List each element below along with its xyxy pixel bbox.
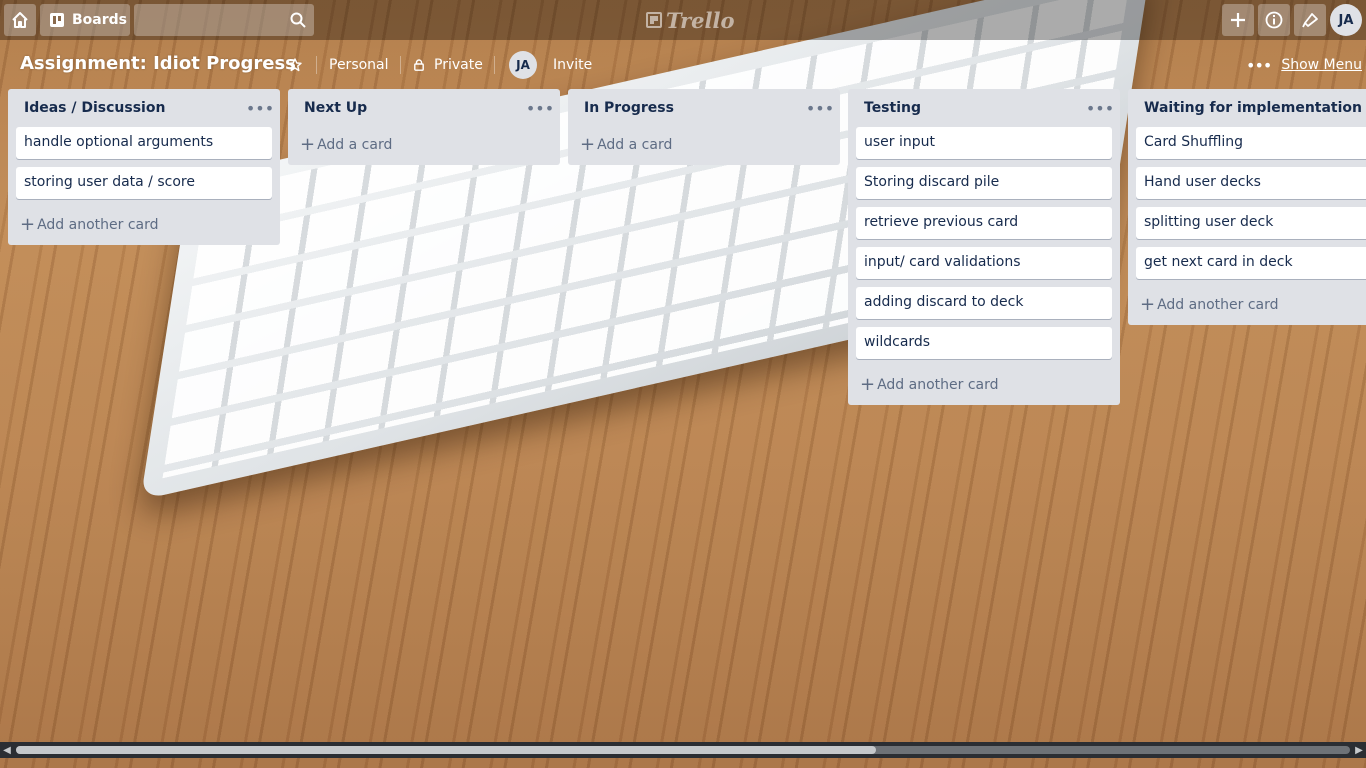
add-card-button[interactable]: + Add another card [1136, 287, 1366, 323]
add-card-label: Add a card [597, 137, 673, 153]
notifications-button[interactable] [1294, 4, 1326, 36]
list-next-up[interactable]: Next Up ••• + Add a card [288, 89, 560, 165]
list-in-progress[interactable]: In Progress ••• + Add a card [568, 89, 840, 165]
list-header: Next Up ••• [288, 89, 560, 127]
plus-icon [1231, 13, 1245, 27]
add-card-button[interactable]: + Add another card [16, 207, 272, 243]
more-icon[interactable]: ••• [1086, 98, 1114, 118]
trello-logo-icon [646, 12, 662, 28]
list-header: In Progress ••• [568, 89, 840, 127]
star-icon [288, 58, 302, 72]
list-ideas-discussion[interactable]: Ideas / Discussion ••• handle optional a… [8, 89, 280, 245]
card[interactable]: Card Shuffling [1136, 127, 1366, 159]
visibility-label: Private [434, 57, 483, 73]
header-divider [316, 56, 317, 74]
add-card-label: Add another card [877, 377, 999, 393]
show-menu-button[interactable]: ••• Show Menu [1246, 52, 1362, 78]
more-icon[interactable]: ••• [526, 98, 554, 118]
list-header: Ideas / Discussion ••• [8, 89, 280, 127]
info-icon [1265, 11, 1283, 29]
invite-button[interactable]: Invite [553, 52, 592, 78]
card[interactable]: splitting user deck [1136, 207, 1366, 239]
create-button[interactable] [1222, 4, 1254, 36]
card[interactable]: retrieve previous card [856, 207, 1112, 239]
card[interactable]: Storing discard pile [856, 167, 1112, 199]
list-title[interactable]: Next Up [304, 100, 367, 116]
top-header-bar: Boards Trello JA [0, 0, 1366, 40]
more-icon[interactable]: ••• [246, 98, 274, 118]
list-title[interactable]: In Progress [584, 100, 674, 116]
scroll-left-arrow-icon[interactable]: ◀ [0, 742, 14, 758]
trello-logo-text: Trello [666, 7, 735, 33]
add-card-label: Add a card [317, 137, 393, 153]
card[interactable]: adding discard to deck [856, 287, 1112, 319]
card[interactable]: handle optional arguments [16, 127, 272, 159]
user-avatar[interactable]: JA [1330, 4, 1362, 36]
list-title[interactable]: Ideas / Discussion [24, 100, 165, 116]
plus-icon: + [580, 134, 596, 155]
plus-icon: + [300, 134, 316, 155]
member-avatar[interactable]: JA [509, 51, 537, 79]
plus-icon: + [1140, 294, 1156, 315]
boards-icon [50, 13, 64, 27]
boards-button-label: Boards [72, 12, 127, 28]
card[interactable]: input/ card validations [856, 247, 1112, 279]
search-icon[interactable] [290, 12, 306, 28]
list-header: Testing ••• [848, 89, 1120, 127]
visibility-button[interactable]: Private [414, 52, 483, 78]
horizontal-scrollbar[interactable]: ◀ ▶ [0, 742, 1366, 758]
header-divider [400, 56, 401, 74]
card[interactable]: wildcards [856, 327, 1112, 359]
boards-button[interactable]: Boards [40, 4, 130, 36]
add-card-label: Add another card [1157, 297, 1279, 313]
list-title[interactable]: Waiting for implementation [1144, 100, 1362, 116]
card[interactable]: storing user data / score [16, 167, 272, 199]
list-testing[interactable]: Testing ••• user input Storing discard p… [848, 89, 1120, 405]
board-title[interactable]: Assignment: Idiot Progress [20, 53, 296, 74]
search-input[interactable] [134, 4, 300, 36]
add-card-button[interactable]: + Add a card [576, 127, 832, 163]
list-waiting-for-implementation[interactable]: Waiting for implementation Card Shufflin… [1128, 89, 1366, 325]
card[interactable]: Hand user decks [1136, 167, 1366, 199]
trello-logo[interactable]: Trello [646, 7, 735, 33]
scroll-right-arrow-icon[interactable]: ▶ [1352, 742, 1366, 758]
lock-icon [414, 59, 424, 71]
plus-icon: + [20, 214, 36, 235]
home-button[interactable] [4, 4, 36, 36]
more-icon[interactable]: ••• [806, 98, 834, 118]
search-box[interactable] [134, 4, 314, 36]
bell-icon [1302, 13, 1318, 28]
more-icon: ••• [1246, 55, 1272, 75]
add-card-label: Add another card [37, 217, 159, 233]
team-button[interactable]: Personal [329, 52, 389, 78]
add-card-button[interactable]: + Add a card [296, 127, 552, 163]
show-menu-label: Show Menu [1281, 57, 1362, 73]
info-button[interactable] [1258, 4, 1290, 36]
card[interactable]: get next card in deck [1136, 247, 1366, 279]
star-button[interactable] [288, 52, 304, 78]
home-icon [12, 12, 28, 28]
add-card-button[interactable]: + Add another card [856, 367, 1112, 403]
list-header: Waiting for implementation [1128, 89, 1366, 127]
header-divider [494, 56, 495, 74]
plus-icon: + [860, 374, 876, 395]
list-title[interactable]: Testing [864, 100, 921, 116]
scrollbar-thumb[interactable] [16, 746, 876, 754]
card[interactable]: user input [856, 127, 1112, 159]
